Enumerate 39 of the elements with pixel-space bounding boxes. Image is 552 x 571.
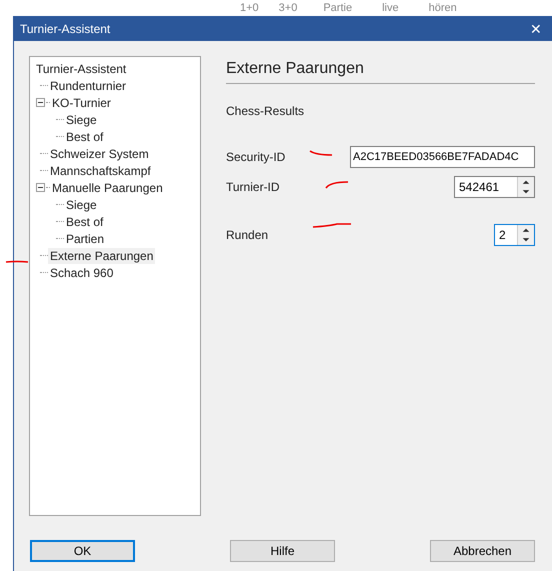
number-field[interactable]: 2 [495, 225, 517, 245]
panel-heading: Externe Paarungen [226, 56, 535, 84]
tree-item[interactable]: Schach 960 [48, 264, 116, 280]
collapse-icon[interactable] [36, 183, 45, 192]
tree-item[interactable]: Siege [64, 112, 99, 128]
number-field[interactable]: 542461 [455, 177, 517, 197]
tree-item[interactable]: Best of [64, 128, 106, 144]
collapse-icon[interactable] [36, 98, 45, 107]
tree-item[interactable]: Externe Paarungen [48, 248, 156, 264]
tree-item[interactable]: Schweizer System [48, 146, 151, 162]
tree-item[interactable]: Manuelle Paarungen [50, 180, 165, 196]
security-id-field[interactable]: A2C17BEED03566BE7FADAD4C [350, 146, 535, 168]
window-title: Turnier-Assistent [20, 20, 110, 38]
annotation-stroke [311, 220, 353, 230]
tree-item[interactable]: Mannschaftskampf [48, 162, 153, 178]
section-label: Chess-Results [226, 104, 304, 118]
column-header: hören [428, 2, 457, 14]
tree-item[interactable]: KO-Turnier [50, 94, 113, 110]
field-label: Runden [226, 227, 268, 244]
annotation-stroke [308, 148, 334, 158]
tree-item[interactable]: Turnier-Assistent [34, 60, 128, 76]
dialog-button[interactable]: OK [30, 540, 135, 562]
tree-item[interactable]: Siege [64, 196, 99, 212]
close-button[interactable]: ✕ [528, 22, 544, 36]
column-header: live [382, 2, 399, 14]
dialog-button[interactable]: Hilfe [230, 540, 335, 562]
tree-item[interactable]: Partien [64, 230, 106, 246]
field-label: Turnier-ID [226, 179, 280, 196]
column-header: 3+0 [278, 2, 298, 14]
field-label: Security-ID [226, 149, 286, 166]
column-header: Partie [323, 2, 352, 14]
spin-box[interactable]: 542461 [454, 176, 535, 198]
tree-item[interactable]: Best of [64, 214, 106, 230]
annotation-stroke [324, 178, 350, 190]
dialog-button[interactable]: Abbrechen [430, 540, 535, 562]
spin-box[interactable]: 2 [494, 224, 535, 246]
annotation-stroke [4, 258, 30, 266]
column-header: 1+0 [240, 2, 259, 14]
tree-item[interactable]: Rundenturnier [48, 78, 128, 94]
